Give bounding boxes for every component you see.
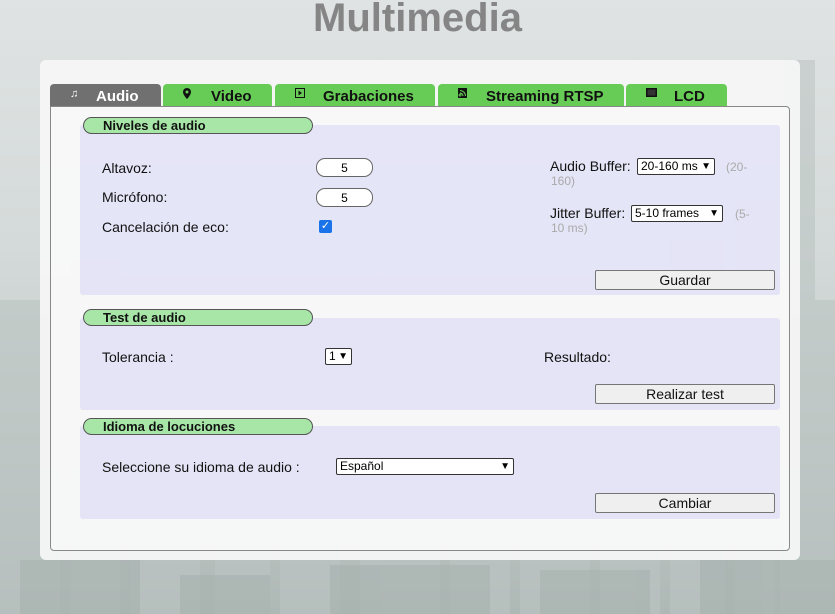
location-pin-icon <box>183 88 191 102</box>
eco-checkbox[interactable]: ✓ <box>319 220 332 233</box>
test-header: Test de audio <box>83 309 313 326</box>
tab-audio[interactable]: ♫ Audio <box>50 84 161 107</box>
microfono-input[interactable] <box>316 188 373 207</box>
change-button[interactable]: Cambiar <box>595 493 775 513</box>
idioma-header: Idioma de locuciones <box>83 418 313 435</box>
main-panel: ♫ Audio Video Grabaciones Streaming RTSP <box>40 60 800 560</box>
eco-label: Cancelación de eco: <box>102 219 229 235</box>
music-note-icon: ♫ <box>70 88 79 100</box>
microfono-label: Micrófono: <box>102 189 168 205</box>
jitter-buffer-hint: (5-10 ms) <box>551 207 750 235</box>
play-icon <box>295 88 305 101</box>
altavoz-label: Altavoz: <box>102 160 152 176</box>
run-test-button[interactable]: Realizar test <box>595 384 775 404</box>
resultado-label: Resultado: <box>544 349 611 365</box>
tolerancia-select[interactable]: 1 ▼ <box>325 348 352 365</box>
audio-buffer-hint: (20-160) <box>551 160 748 188</box>
altavoz-input[interactable] <box>316 158 373 177</box>
idioma-select[interactable]: Español ▼ <box>336 458 514 475</box>
screen-icon <box>646 88 657 100</box>
tolerancia-label: Tolerancia : <box>102 349 174 365</box>
tab-streaming-rtsp[interactable]: Streaming RTSP <box>438 84 624 107</box>
niveles-header: Niveles de audio <box>83 117 313 134</box>
page-title: Multimedia <box>313 0 522 40</box>
tab-video[interactable]: Video <box>163 84 272 107</box>
chevron-down-icon: ▼ <box>338 351 348 362</box>
chevron-down-icon: ▼ <box>500 461 510 472</box>
save-button[interactable]: Guardar <box>595 270 775 290</box>
tab-grabaciones[interactable]: Grabaciones <box>275 84 435 107</box>
feed-icon <box>458 88 467 101</box>
idioma-label: Seleccione su idioma de audio : <box>102 459 300 475</box>
tab-content-audio: Niveles de audio Altavoz: Micrófono: Can… <box>50 106 790 551</box>
tab-lcd[interactable]: LCD <box>626 84 727 107</box>
